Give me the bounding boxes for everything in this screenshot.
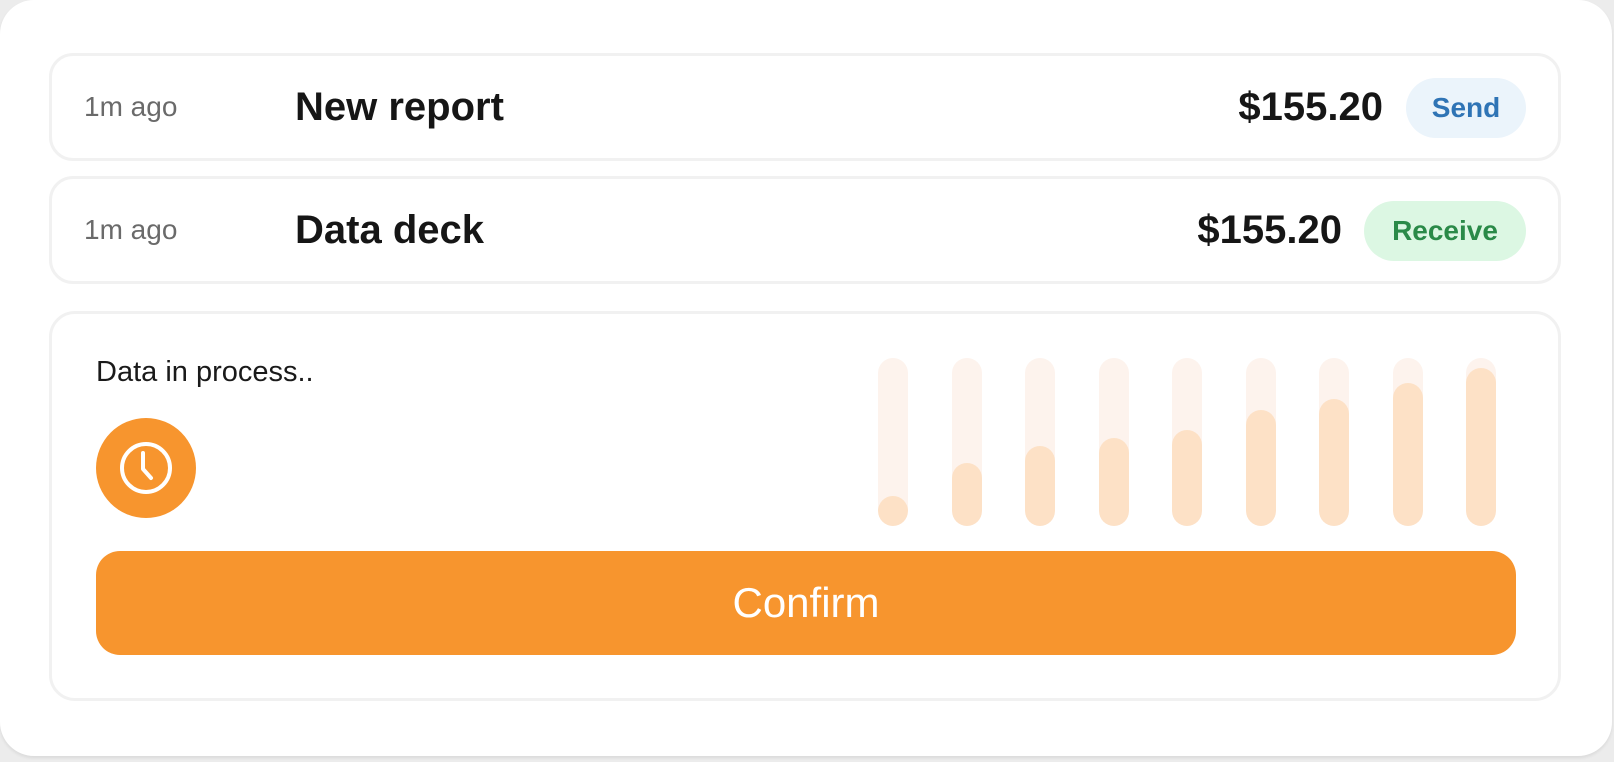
progress-bar-fill <box>1246 410 1276 526</box>
progress-bar-fill <box>952 463 982 526</box>
transaction-time: 1m ago <box>84 91 178 122</box>
confirm-button[interactable]: Confirm <box>96 551 1516 655</box>
progress-bar-track <box>1393 358 1423 526</box>
process-status-text: Data in process.. <box>96 356 314 388</box>
progress-bar-fill <box>878 496 908 526</box>
progress-bar-fill <box>1393 383 1423 526</box>
transaction-title: New report <box>295 85 504 129</box>
progress-bar-track <box>952 358 982 526</box>
receive-button[interactable]: Receive <box>1364 201 1526 261</box>
progress-bar-track <box>1025 358 1055 526</box>
transaction-row[interactable]: 1m ago Data deck $155.20 Receive <box>49 176 1561 284</box>
transaction-amount: $155.20 <box>1238 85 1383 129</box>
progress-bar-fill <box>1099 438 1129 526</box>
progress-bar-fill <box>1466 368 1496 526</box>
transaction-amount: $155.20 <box>1197 208 1342 252</box>
clock-icon <box>96 418 196 518</box>
transaction-row[interactable]: 1m ago New report $155.20 Send <box>49 53 1561 161</box>
process-panel: Data in process.. Confirm <box>49 311 1561 701</box>
progress-bar-fill <box>1025 446 1055 526</box>
progress-bar-track <box>1246 358 1276 526</box>
progress-bar-fill <box>1319 399 1349 526</box>
progress-bar-track <box>878 358 908 526</box>
progress-bars <box>878 358 1496 526</box>
progress-bar-track <box>1466 358 1496 526</box>
transaction-card: 1m ago New report $155.20 Send 1m ago Da… <box>0 0 1612 756</box>
send-button[interactable]: Send <box>1406 78 1526 138</box>
progress-bar-track <box>1319 358 1349 526</box>
transaction-time: 1m ago <box>84 214 178 245</box>
progress-bar-fill <box>1172 430 1202 526</box>
transaction-title: Data deck <box>295 208 484 252</box>
progress-bar-track <box>1099 358 1129 526</box>
progress-bar-track <box>1172 358 1202 526</box>
